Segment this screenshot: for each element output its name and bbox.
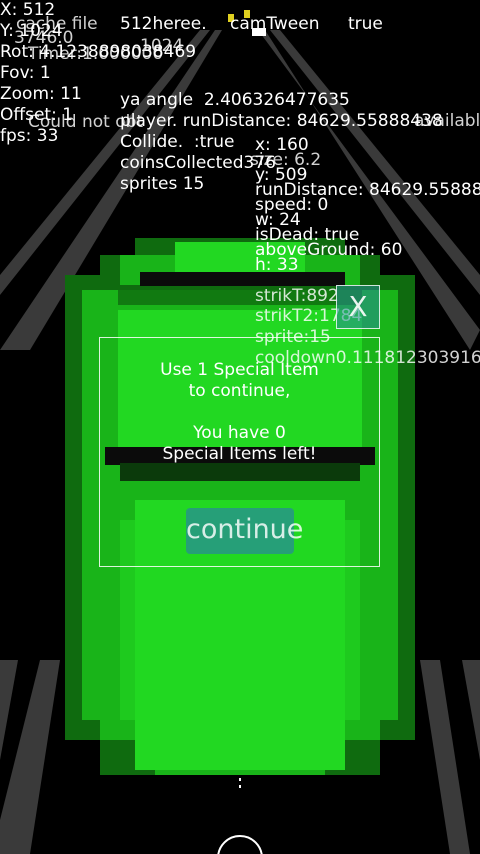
debug-sprites: sprites 15: [120, 174, 205, 194]
debug-ya-angle: ya angle 2.406326477635: [120, 90, 350, 110]
debug-player-run: player. runDistance: 84629.55888438: [120, 111, 443, 131]
continue-button[interactable]: continue: [186, 508, 303, 554]
debug-score: 512heree.: [120, 14, 207, 34]
debug-score2: 1024: [140, 36, 184, 56]
debug-fps: fps: 33: [0, 126, 59, 146]
dialog-line-4: Special Items left!: [162, 444, 317, 464]
debug-strik-t: strikT:892: [255, 286, 339, 306]
debug-zoom: Zoom: 11: [0, 84, 82, 104]
dialog-line-3: You have 0: [193, 423, 286, 443]
debug-right-h: h: 33: [255, 255, 299, 275]
debug-cam-tween: camTween: [230, 14, 320, 34]
close-button[interactable]: X: [336, 285, 380, 329]
debug-cam-tween-value: true: [348, 14, 383, 34]
dialog-line-1: Use 1 Special Item: [160, 360, 319, 380]
debug-fov: Fov: 1: [0, 63, 51, 83]
dialog-message: Use 1 Special Item to continue, You have…: [100, 360, 379, 465]
debug-collide: Collide. :true: [120, 132, 235, 152]
continue-dialog: Use 1 Special Item to continue, You have…: [99, 337, 380, 567]
dialog-line-2: to continue,: [188, 381, 291, 401]
debug-available: available: [414, 111, 480, 131]
